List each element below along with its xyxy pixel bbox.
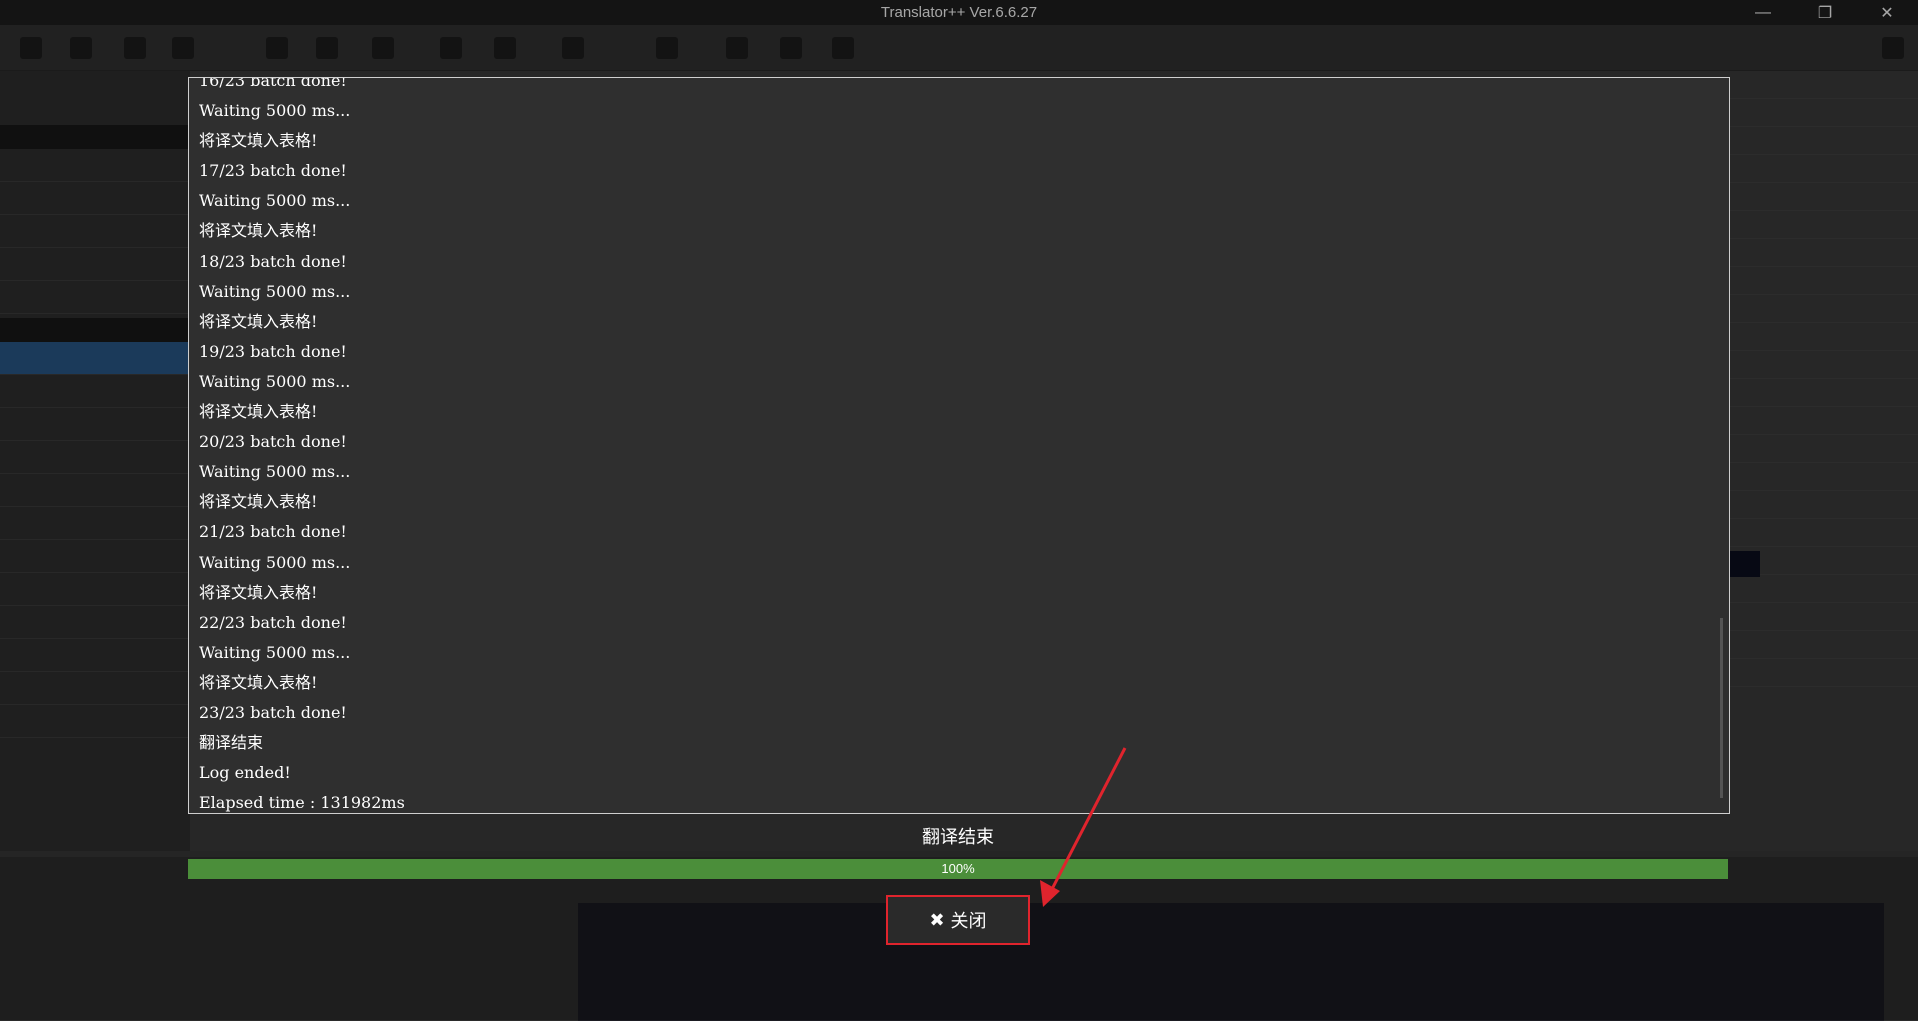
arrow-line (1048, 747, 1127, 894)
arrow-head (1040, 880, 1060, 907)
annotation-arrow (1040, 747, 1127, 907)
